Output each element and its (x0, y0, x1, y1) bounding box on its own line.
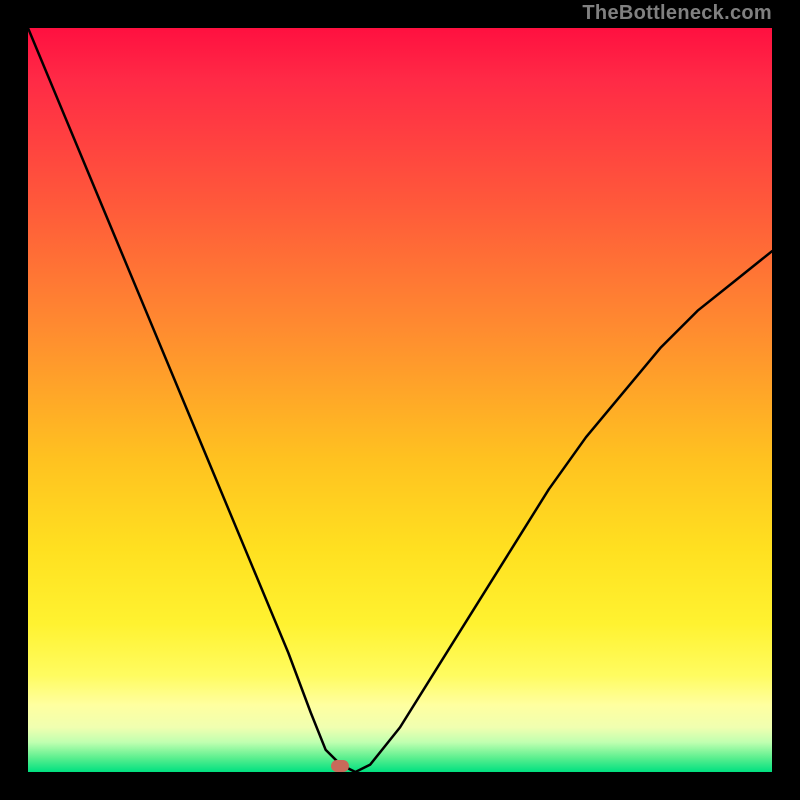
watermark-label: TheBottleneck.com (582, 2, 772, 25)
bottleneck-curve (28, 28, 772, 772)
optimal-point-marker (331, 760, 349, 772)
plot-area (28, 28, 772, 772)
chart-frame: TheBottleneck.com (0, 0, 800, 800)
